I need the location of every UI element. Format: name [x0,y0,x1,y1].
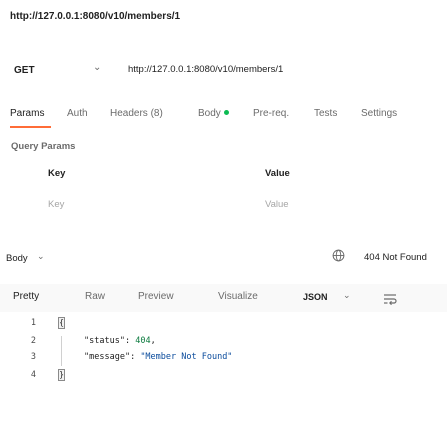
line-number: 3 [30,352,36,362]
response-body-dropdown[interactable]: Body [6,253,28,264]
tab-pretty[interactable]: Pretty [13,291,39,302]
json-value: "Member Not Found" [140,352,233,362]
request-tabs: Params Auth Headers (8) Body Pre-req. Te… [0,108,447,132]
tab-pre-request[interactable]: Pre-req. [253,108,289,119]
chevron-down-icon[interactable]: ⌄ [343,290,351,301]
tab-raw[interactable]: Raw [85,291,105,302]
tab-body-label: Body [198,108,221,119]
tab-settings[interactable]: Settings [361,108,397,119]
line-number: 2 [30,336,36,346]
tab-headers[interactable]: Headers (8) [110,108,163,119]
query-params-title: Query Params [11,141,76,152]
line-number: 4 [30,370,36,380]
tab-visualize[interactable]: Visualize [218,291,258,302]
chevron-down-icon[interactable]: ⌄ [37,251,45,262]
chevron-down-icon[interactable]: ⌄ [93,62,101,73]
globe-icon[interactable] [332,249,345,262]
fold-close-brace[interactable]: } [58,369,65,381]
request-title: http://127.0.0.1:8080/v10/members/1 [10,11,181,22]
tab-auth[interactable]: Auth [67,108,88,119]
code-line: 1 { [0,317,447,332]
tab-body[interactable]: Body [198,108,229,119]
json-trailing: , [150,336,156,346]
wrap-lines-icon[interactable] [383,293,397,305]
json-value: 404 [135,336,151,346]
tab-preview[interactable]: Preview [138,291,174,302]
url-input[interactable]: http://127.0.0.1:8080/v10/members/1 [128,64,283,75]
tab-params[interactable]: Params [10,108,44,119]
key-input[interactable]: Key [48,199,64,210]
json-pair: "status": 404, [84,336,156,346]
fold-open-brace[interactable]: { [58,317,65,329]
code-line: 2 "status": 404, [0,336,447,350]
value-column-header: Value [265,168,290,179]
json-key: "status" [84,336,125,346]
value-input[interactable]: Value [265,199,289,210]
json-key: "message" [84,352,131,362]
body-indicator-dot [223,109,229,115]
format-type-select[interactable]: JSON [303,292,328,302]
response-format-bar: Pretty Raw Preview Visualize JSON ⌄ [0,284,447,312]
code-line: 4 } [0,369,447,384]
method-select[interactable]: GET [14,65,35,76]
key-column-header: Key [48,168,66,179]
json-separator: : [130,352,141,362]
status-badge[interactable]: 404 Not Found [364,252,427,263]
response-header: Body ⌄ 404 Not Found [0,247,447,267]
line-number: 1 [30,318,36,328]
json-pair: "message": "Member Not Found" [84,352,232,362]
tab-tests[interactable]: Tests [314,108,337,119]
json-separator: : [124,336,136,346]
active-tab-indicator [10,126,51,128]
request-bar: GET ⌄ http://127.0.0.1:8080/v10/members/… [0,56,447,82]
code-line: 3 "message": "Member Not Found" [0,352,447,366]
